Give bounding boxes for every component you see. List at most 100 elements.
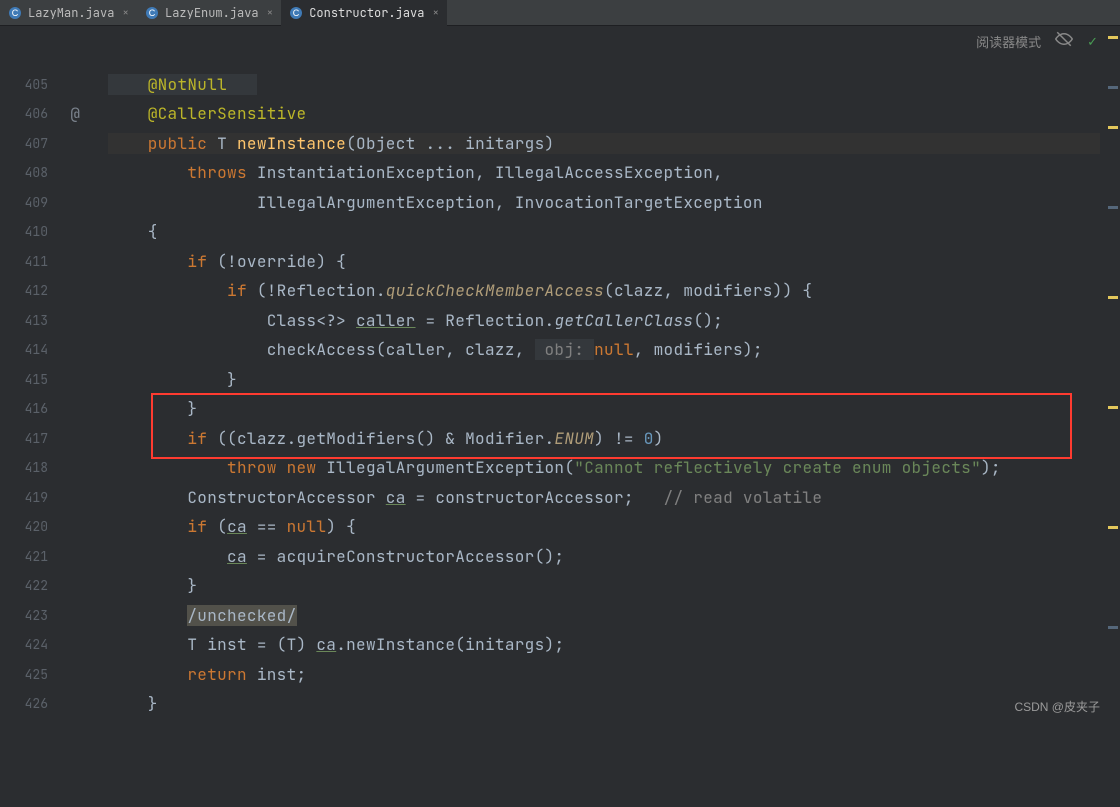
line-no: 408 <box>0 158 48 188</box>
kw-null: null <box>287 516 327 537</box>
line-no: 417 <box>0 424 48 454</box>
fn-checkaccess: checkAccess(caller, clazz, <box>267 339 535 360</box>
line-no: 409 <box>0 188 48 218</box>
txt: = Reflection. <box>416 310 555 331</box>
line-no: 407 <box>0 129 48 159</box>
param-hint: obj: <box>535 339 595 360</box>
line-no: 426 <box>0 689 48 719</box>
method-name: newInstance <box>237 133 346 154</box>
var-ca: ca <box>227 546 247 567</box>
tab-label: Constructor.java <box>309 5 424 21</box>
class-icon: C <box>145 6 159 20</box>
highlight-box <box>151 393 1072 459</box>
txt: inst; <box>247 664 307 685</box>
var-inst: inst <box>207 634 247 655</box>
tab-label: LazyEnum.java <box>165 5 259 21</box>
type-param: T <box>217 133 227 154</box>
fn-getcaller: getCallerClass <box>554 310 693 331</box>
comment-read: // read volatile <box>664 487 823 508</box>
svg-text:C: C <box>12 8 19 18</box>
code-area[interactable]: @NotNull @CallerSensitive public T newIn… <box>88 26 1106 719</box>
line-no: 413 <box>0 306 48 336</box>
annotation: @CallerSensitive <box>148 103 307 124</box>
brace-open: { <box>148 221 158 242</box>
var-ca: ca <box>386 487 406 508</box>
exceptions-1: InstantiationException, IllegalAccessExc… <box>257 162 723 183</box>
line-no: 418 <box>0 453 48 483</box>
close-icon[interactable]: × <box>267 6 274 20</box>
sig-tail: (Object ... initargs) <box>346 133 554 154</box>
line-no: 405 <box>0 70 48 100</box>
brace-close: } <box>227 369 237 390</box>
txt: ); <box>981 457 1001 478</box>
line-gutter: 405 406 407 408 409 410 411 412 413 414 … <box>0 26 48 719</box>
class-icon: C <box>8 6 22 20</box>
txt: .newInstance(initargs); <box>336 634 564 655</box>
fn-iaex: IllegalArgumentException( <box>326 457 574 478</box>
type-param: T <box>287 634 297 655</box>
line-no: 410 <box>0 217 48 247</box>
close-icon[interactable]: × <box>122 6 129 20</box>
exceptions-2: IllegalArgumentException, InvocationTarg… <box>257 192 763 213</box>
kw-null: null <box>594 339 634 360</box>
tab-constructor[interactable]: C Constructor.java × <box>281 0 447 26</box>
line-no: 421 <box>0 542 48 572</box>
cond-override: (!override) { <box>207 251 346 272</box>
var-ca: ca <box>227 516 247 537</box>
fn-quickcheck: quickCheckMemberAccess <box>386 280 604 301</box>
kw-public: public <box>148 133 208 154</box>
txt: = ( <box>247 634 287 655</box>
var-caller: caller <box>356 310 416 331</box>
txt: == <box>247 516 287 537</box>
line-no: 425 <box>0 660 48 690</box>
tab-lazyenum[interactable]: C LazyEnum.java × <box>137 0 281 26</box>
type-param: T <box>187 634 197 655</box>
warn-unchecked: /unchecked/ <box>187 605 296 626</box>
var-ca: ca <box>316 634 336 655</box>
txt: = acquireConstructorAccessor(); <box>247 546 564 567</box>
kw-if: if <box>187 516 207 537</box>
line-no: 406 <box>0 99 48 129</box>
txt: (!Reflection. <box>247 280 386 301</box>
kw-if: if <box>187 251 207 272</box>
kw-new: new <box>287 457 317 478</box>
line-no: 420 <box>0 512 48 542</box>
tab-bar: C LazyMan.java × C LazyEnum.java × C Con… <box>0 0 1120 26</box>
type-ctoracc: ConstructorAccessor <box>187 487 385 508</box>
line-no: 424 <box>0 630 48 660</box>
class-decl: Class<?> <box>267 310 356 331</box>
tab-label: LazyMan.java <box>28 5 114 21</box>
tab-lazyman[interactable]: C LazyMan.java × <box>0 0 137 26</box>
line-no: 414 <box>0 335 48 365</box>
close-icon[interactable]: × <box>432 6 439 20</box>
line-no: 419 <box>0 483 48 513</box>
annotation: @NotNull <box>148 74 227 95</box>
minimap[interactable] <box>1106 26 1120 719</box>
kw-throws: throws <box>187 162 247 183</box>
txt: ) <box>297 634 317 655</box>
editor: 405 406 407 408 409 410 411 412 413 414 … <box>0 26 1120 719</box>
kw-return: return <box>187 664 247 685</box>
line-no: 412 <box>0 276 48 306</box>
txt: (clazz, modifiers)) { <box>604 280 812 301</box>
override-mark[interactable]: @ <box>48 99 80 129</box>
line-no: 416 <box>0 394 48 424</box>
line-no: 422 <box>0 571 48 601</box>
brace-close: } <box>148 693 158 714</box>
line-no: 411 <box>0 247 48 277</box>
kw-if: if <box>227 280 247 301</box>
class-icon: C <box>289 6 303 20</box>
watermark: CSDN @皮夹子 <box>1014 698 1100 715</box>
line-no: 423 <box>0 601 48 631</box>
kw-throw: throw <box>227 457 277 478</box>
string-msg: "Cannot reflectively create enum objects… <box>574 457 981 478</box>
brace-close: } <box>187 575 197 596</box>
gutter-marks: @ <box>48 26 88 719</box>
txt: , modifiers); <box>634 339 763 360</box>
svg-text:C: C <box>149 8 156 18</box>
txt: ) { <box>326 516 356 537</box>
txt: (); <box>693 310 723 331</box>
txt: = constructorAccessor; <box>406 487 664 508</box>
svg-text:C: C <box>293 8 300 18</box>
line-no: 415 <box>0 365 48 395</box>
